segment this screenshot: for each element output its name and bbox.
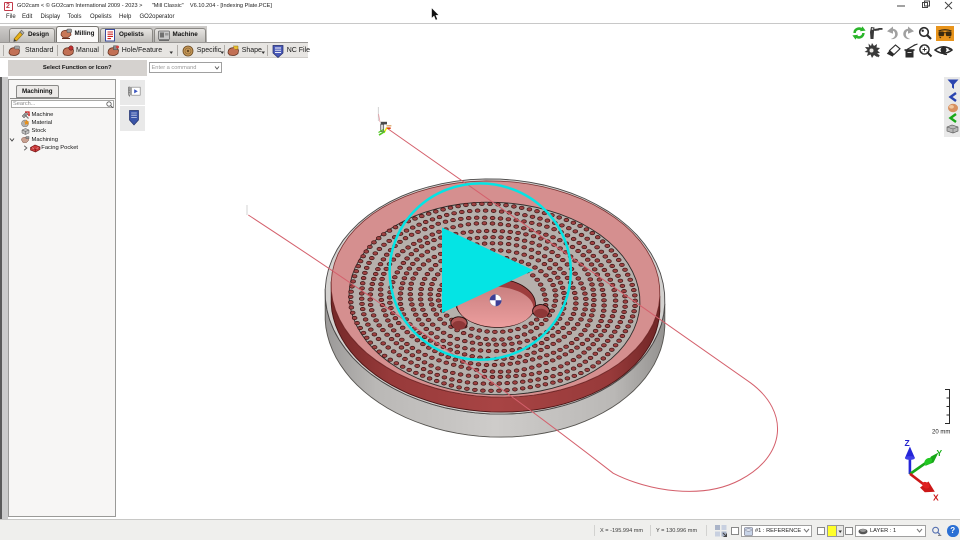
svg-text:Y: Y [937,448,943,458]
svg-text:20 mm: 20 mm [932,430,950,436]
svg-text:X: X [933,493,939,503]
svg-text:Z: Z [905,438,910,448]
